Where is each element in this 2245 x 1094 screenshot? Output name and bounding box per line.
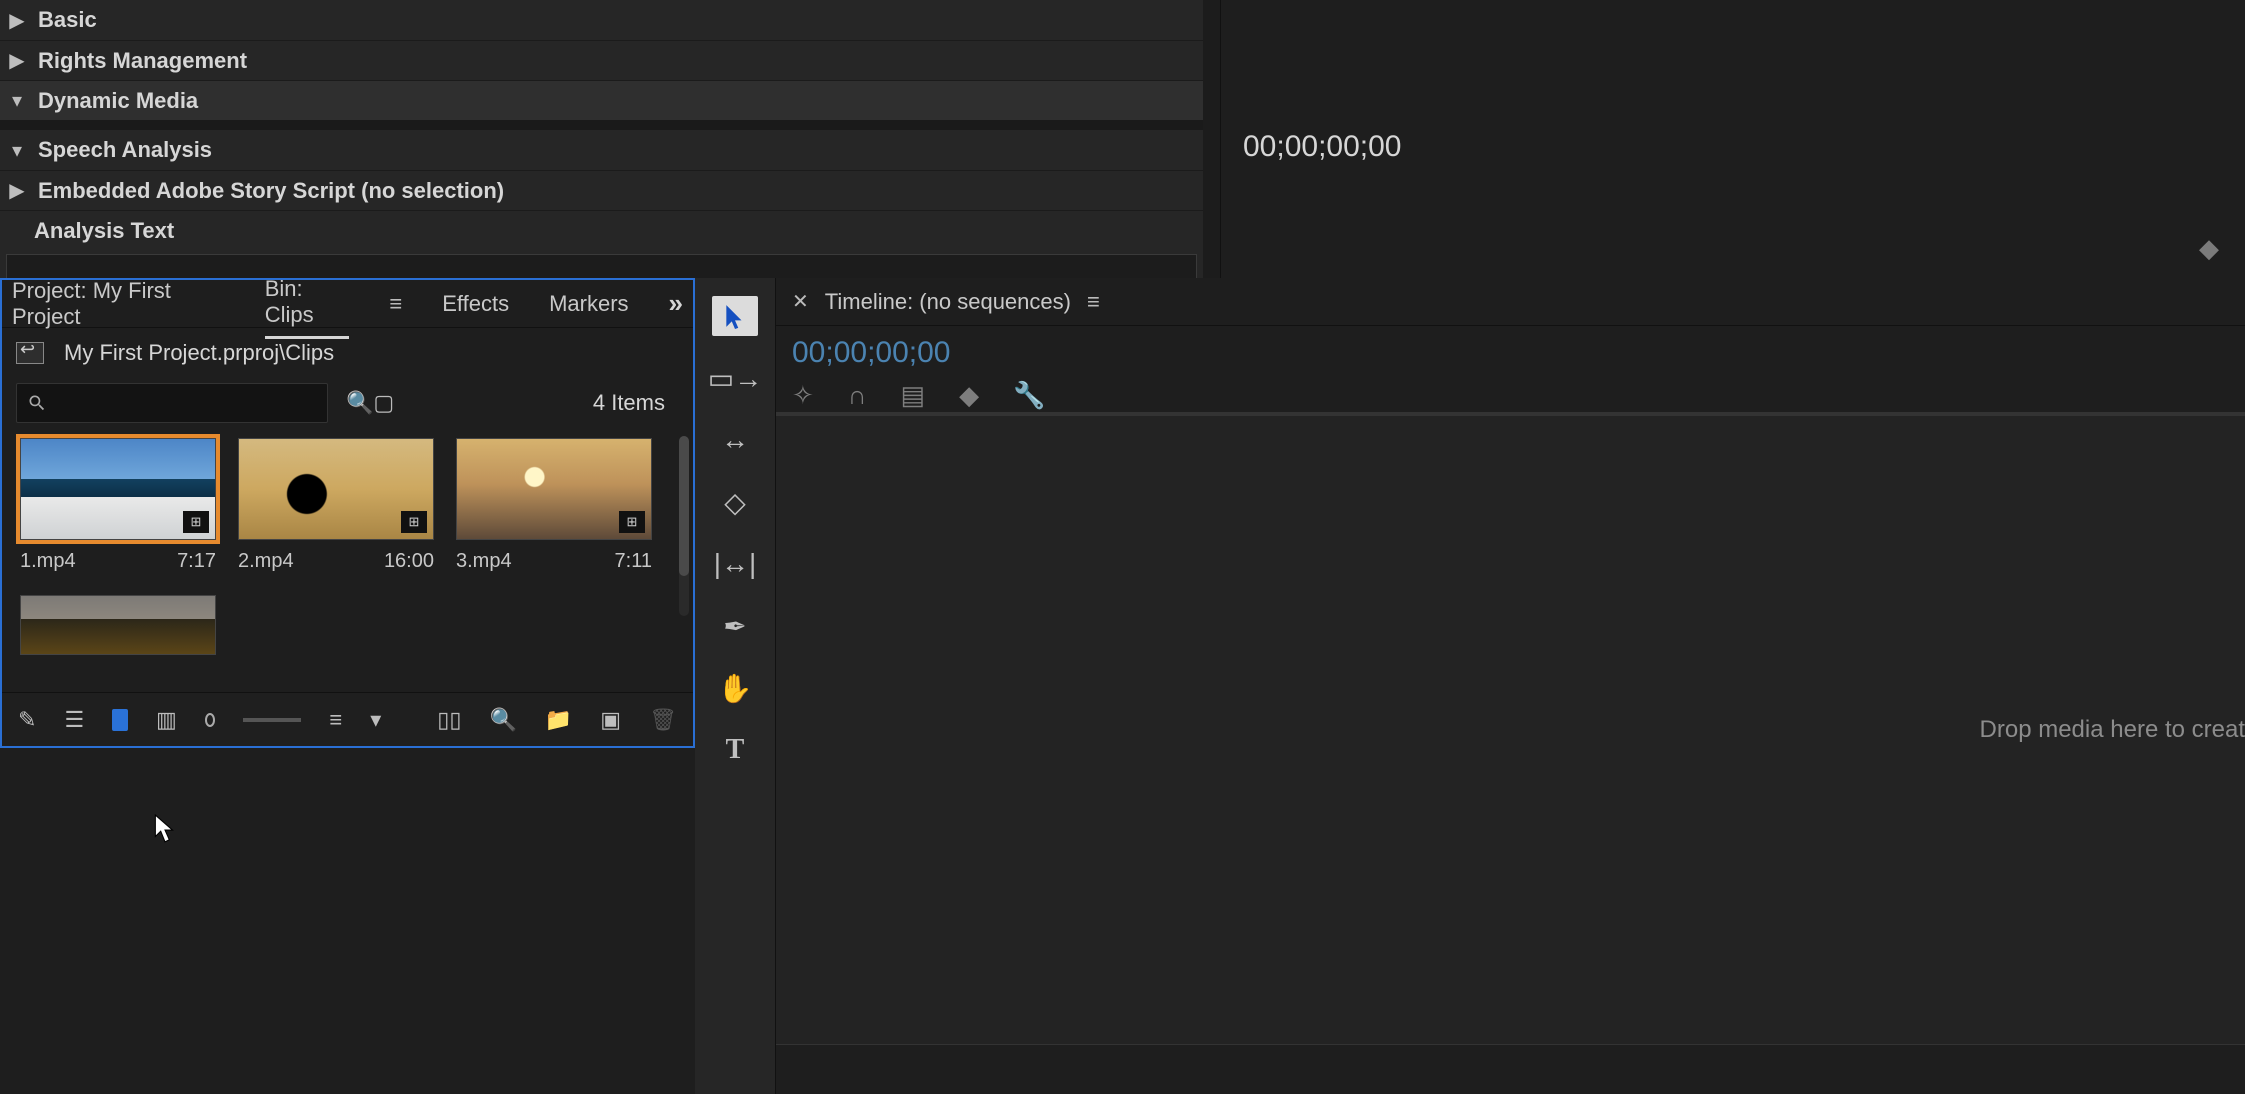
embedded-script-label: Embedded Adobe Story Script (no selectio… (38, 178, 504, 204)
project-bottom-toolbar: ✎ ☰ ▥ ≡ ▾ ▯▯ 🔍 📁 ▣ 🗑 (2, 692, 693, 746)
timeline-drop-hint: Drop media here to creat (1980, 716, 2245, 744)
scrollbar-handle[interactable] (679, 436, 689, 576)
hand-tool[interactable]: ✋ (712, 668, 758, 708)
analysis-text-row: Analysis Text (0, 210, 1203, 250)
clip-thumbnail[interactable]: ⊞ (20, 438, 216, 540)
project-breadcrumb: My First Project.prproj\Clips (2, 328, 693, 378)
tabs-overflow-icon[interactable]: » (669, 288, 683, 319)
chevron-right-icon: ▶ (6, 48, 28, 73)
timeline-tabs: ✕ Timeline: (no sequences) ≡ (776, 278, 2245, 326)
panel-menu-icon[interactable]: ≡ (389, 291, 402, 317)
find-in-bin-icon[interactable]: 🔍▢ (346, 390, 394, 416)
project-panel-tabs: Project: My First Project Bin: Clips ≡ E… (2, 280, 693, 328)
clip-thumbnail[interactable] (20, 595, 216, 655)
tools-panel: ▭→ ↔ ◇ |↔| ✒ ✋ T (695, 278, 775, 1094)
panel-menu-icon[interactable]: ≡ (1087, 289, 1100, 315)
clip-duration: 7:17 (177, 550, 216, 573)
clip-thumbnail[interactable]: ⊞ (456, 438, 652, 540)
clip-item[interactable]: ⊞ 3.mp4 7:11 (456, 438, 652, 573)
icon-view-icon[interactable] (112, 709, 128, 731)
chevron-down-icon: ▾ (6, 138, 28, 163)
selection-tool[interactable] (712, 296, 758, 336)
clip-name: 2.mp4 (238, 550, 294, 573)
mouse-cursor-icon (154, 814, 176, 844)
clear-trash-icon[interactable]: 🗑 (649, 707, 677, 733)
tab-effects[interactable]: Effects (442, 283, 509, 325)
bin-scrollbar[interactable] (679, 436, 689, 616)
freeform-view-icon[interactable]: ▥ (156, 707, 177, 733)
edit-pencil-icon[interactable]: ✎ (18, 707, 36, 733)
project-panel: Project: My First Project Bin: Clips ≡ E… (0, 278, 695, 748)
metadata-rights-label: Rights Management (38, 48, 247, 74)
clip-duration: 7:11 (615, 550, 652, 573)
new-item-icon[interactable]: ▣ (600, 707, 621, 733)
analysis-text-label: Analysis Text (34, 218, 174, 244)
clip-name: 1.mp4 (20, 550, 76, 573)
project-search-row: 🔍▢ 4 Items (2, 378, 693, 428)
zoom-slider-track[interactable] (243, 718, 301, 722)
item-count: 4 Items (593, 390, 679, 416)
metadata-category-rights[interactable]: ▶ Rights Management (0, 40, 1203, 80)
timeline-panel: ✕ Timeline: (no sequences) ≡ 00;00;00;00… (775, 278, 2245, 1094)
clip-item[interactable]: ⊞ 1.mp4 7:17 (20, 438, 216, 573)
bin-clip-grid: ⊞ 1.mp4 7:17 ⊞ 2.mp4 16:00 (2, 428, 693, 692)
clip-item[interactable] (20, 595, 216, 655)
track-select-tool[interactable]: ▭→ (712, 358, 758, 398)
tab-markers[interactable]: Markers (549, 283, 628, 325)
video-audio-icon: ⊞ (401, 511, 427, 533)
chevron-down-icon: ▾ (6, 88, 28, 113)
timeline-settings-icon[interactable]: 🔧 (1013, 380, 1045, 411)
metadata-dynamic-label: Dynamic Media (38, 88, 198, 114)
search-input[interactable] (16, 383, 328, 423)
program-timecode[interactable]: 00;00;00;00 (1243, 130, 1401, 164)
new-bin-icon[interactable]: 📁 (545, 707, 572, 733)
clip-thumbnail[interactable]: ⊞ (238, 438, 434, 540)
slip-tool[interactable]: |↔| (712, 544, 758, 584)
timeline-timecode[interactable]: 00;00;00;00 (792, 336, 2229, 370)
metadata-category-basic[interactable]: ▶ Basic (0, 0, 1203, 40)
timeline-header: 00;00;00;00 ✧ ∩ ▤ ◆ 🔧 (776, 326, 2245, 412)
program-monitor: 00;00;00;00 ◆ (1220, 0, 2245, 278)
navigate-up-icon[interactable] (16, 342, 44, 364)
razor-tool[interactable]: ◇ (712, 482, 758, 522)
metadata-category-dynamic[interactable]: ▾ Dynamic Media (0, 80, 1203, 120)
marker-icon[interactable]: ◆ (2199, 233, 2219, 264)
timeline-drop-area[interactable]: Drop media here to creat (776, 416, 2245, 1044)
metadata-basic-label: Basic (38, 7, 97, 33)
speech-analysis-label: Speech Analysis (38, 137, 212, 163)
ripple-edit-tool[interactable]: ↔ (712, 420, 758, 460)
clip-duration: 16:00 (384, 550, 434, 573)
clip-name: 3.mp4 (456, 550, 512, 573)
zoom-slider-handle[interactable] (205, 713, 215, 727)
search-icon (27, 393, 47, 413)
list-view-icon[interactable]: ☰ (64, 707, 84, 733)
timeline-title[interactable]: Timeline: (no sequences) (825, 289, 1071, 315)
chevron-right-icon: ▶ (6, 178, 28, 203)
linked-selection-icon[interactable]: ▤ (900, 380, 925, 411)
insert-mode-icon[interactable]: ✧ (792, 380, 814, 411)
chevron-right-icon: ▶ (6, 8, 28, 33)
sort-dropdown-icon[interactable]: ▾ (370, 707, 381, 733)
pen-tool[interactable]: ✒ (712, 606, 758, 646)
video-audio-icon: ⊞ (619, 511, 645, 533)
video-audio-icon: ⊞ (183, 511, 209, 533)
sort-icon[interactable]: ≡ (329, 707, 342, 733)
clip-item[interactable]: ⊞ 2.mp4 16:00 (238, 438, 434, 573)
type-tool[interactable]: T (712, 730, 758, 770)
breadcrumb-path: My First Project.prproj\Clips (64, 340, 334, 366)
find-icon[interactable]: 🔍 (489, 707, 516, 733)
embedded-script-row[interactable]: ▶ Embedded Adobe Story Script (no select… (0, 170, 1203, 210)
close-tab-icon[interactable]: ✕ (792, 289, 809, 314)
speech-analysis-header[interactable]: ▾ Speech Analysis (0, 130, 1203, 170)
automate-to-seq-icon[interactable]: ▯▯ (437, 707, 461, 733)
add-marker-icon[interactable]: ◆ (959, 380, 979, 411)
panel-divider (0, 120, 1203, 130)
snap-icon[interactable]: ∩ (848, 380, 867, 411)
timeline-bottom-bar (776, 1044, 2245, 1094)
